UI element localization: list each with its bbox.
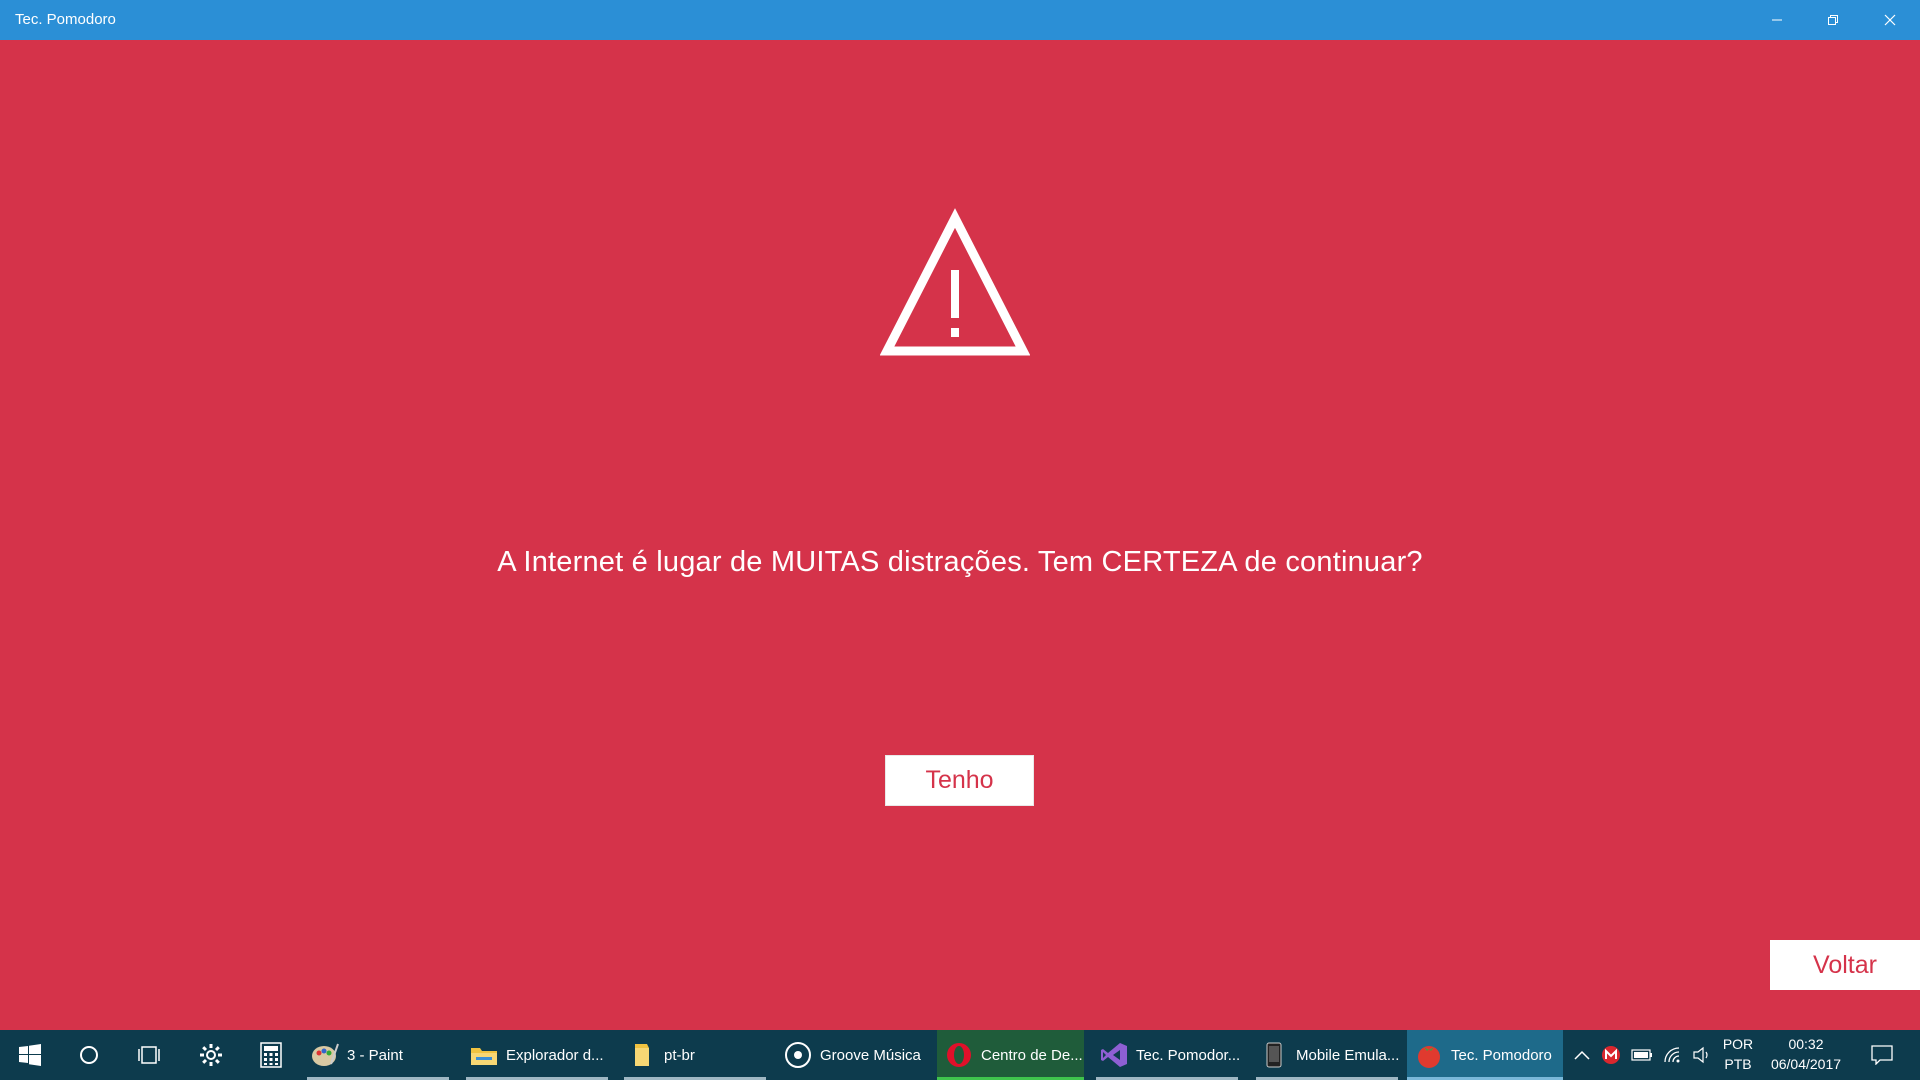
language-code: POR [1722, 1036, 1754, 1052]
clock-time: 00:32 [1788, 1036, 1824, 1052]
taskbar-app-label: Groove Música [820, 1046, 921, 1064]
show-hidden-icons-button[interactable] [1570, 1030, 1594, 1080]
restore-button[interactable] [1805, 0, 1861, 40]
taskbar-app-groove[interactable]: Groove Música [776, 1030, 930, 1080]
wifi-icon [1664, 1047, 1680, 1063]
back-button[interactable]: Voltar [1770, 940, 1920, 990]
cortana-icon [80, 1046, 98, 1064]
keyboard-layout: PTB [1724, 1056, 1752, 1072]
title-bar: Tec. Pomodoro [0, 0, 1920, 40]
network-button[interactable] [1659, 1030, 1687, 1080]
battery-icon [1631, 1049, 1652, 1061]
clock-date: 06/04/2017 [1770, 1056, 1842, 1072]
taskbar-app-opera[interactable]: Centro de De... [937, 1030, 1084, 1080]
close-icon [1884, 14, 1896, 26]
taskbar-app-visual-studio[interactable]: Tec. Pomodor... [1092, 1030, 1242, 1080]
taskbar-app-mobile-emulator[interactable]: Mobile Emula... [1252, 1030, 1402, 1080]
action-center-button[interactable] [1862, 1030, 1902, 1080]
taskbar-app-label: Tec. Pomodoro [1451, 1046, 1552, 1064]
windows-icon [19, 1044, 41, 1066]
minimize-button[interactable] [1749, 0, 1805, 40]
task-view-icon [138, 1046, 160, 1064]
taskbar-app-label: pt-br [664, 1046, 695, 1064]
battery-button[interactable] [1628, 1030, 1656, 1080]
task-view-button[interactable] [124, 1030, 174, 1080]
taskbar: 3 - Paint Explorador d... pt-br Groove M… [0, 1030, 1920, 1080]
tray-mega-button[interactable] [1598, 1030, 1624, 1080]
settings-button[interactable] [186, 1030, 236, 1080]
taskbar-app-label: Explorador d... [506, 1046, 604, 1064]
minimize-icon [1772, 19, 1782, 21]
visual-studio-icon [1100, 1041, 1128, 1069]
taskbar-app-paint[interactable]: 3 - Paint [303, 1030, 453, 1080]
paint-icon [311, 1041, 339, 1069]
close-button[interactable] [1862, 0, 1918, 40]
clock[interactable]: 00:32 06/04/2017 [1762, 1034, 1850, 1074]
notification-icon [1871, 1045, 1893, 1065]
taskbar-app-label: Mobile Emula... [1296, 1046, 1400, 1064]
taskbar-app-label: 3 - Paint [347, 1046, 403, 1064]
speaker-icon [1693, 1046, 1708, 1064]
tomato-icon [1415, 1041, 1443, 1069]
chevron-up-icon [1574, 1050, 1590, 1060]
taskbar-app-label: Tec. Pomodor... [1136, 1046, 1241, 1064]
volume-button[interactable] [1689, 1030, 1715, 1080]
taskbar-app-pt-br[interactable]: pt-br [620, 1030, 770, 1080]
phone-icon [1260, 1041, 1288, 1069]
restore-icon [1828, 15, 1838, 25]
input-language[interactable]: POR PTB [1718, 1034, 1758, 1074]
cortana-button[interactable] [64, 1030, 114, 1080]
main-content [0, 40, 1920, 1030]
start-button[interactable] [5, 1030, 55, 1080]
taskbar-app-tec-pomodoro[interactable]: Tec. Pomodoro [1407, 1030, 1563, 1080]
taskbar-app-explorer[interactable]: Explorador d... [462, 1030, 612, 1080]
gear-icon [200, 1044, 222, 1066]
window-title: Tec. Pomodoro [15, 11, 116, 28]
mega-icon [1602, 1046, 1620, 1064]
confirm-button[interactable]: Tenho [885, 755, 1034, 806]
warning-message: A Internet é lugar de MUITAS distrações.… [497, 546, 1423, 578]
folder-icon [628, 1041, 656, 1069]
warning-icon [880, 208, 1030, 356]
opera-icon [945, 1041, 973, 1069]
calculator-button[interactable] [246, 1030, 296, 1080]
groove-icon [784, 1041, 812, 1069]
taskbar-app-label: Centro de De... [981, 1046, 1083, 1064]
folder-icon [470, 1041, 498, 1069]
calculator-icon [260, 1042, 282, 1068]
